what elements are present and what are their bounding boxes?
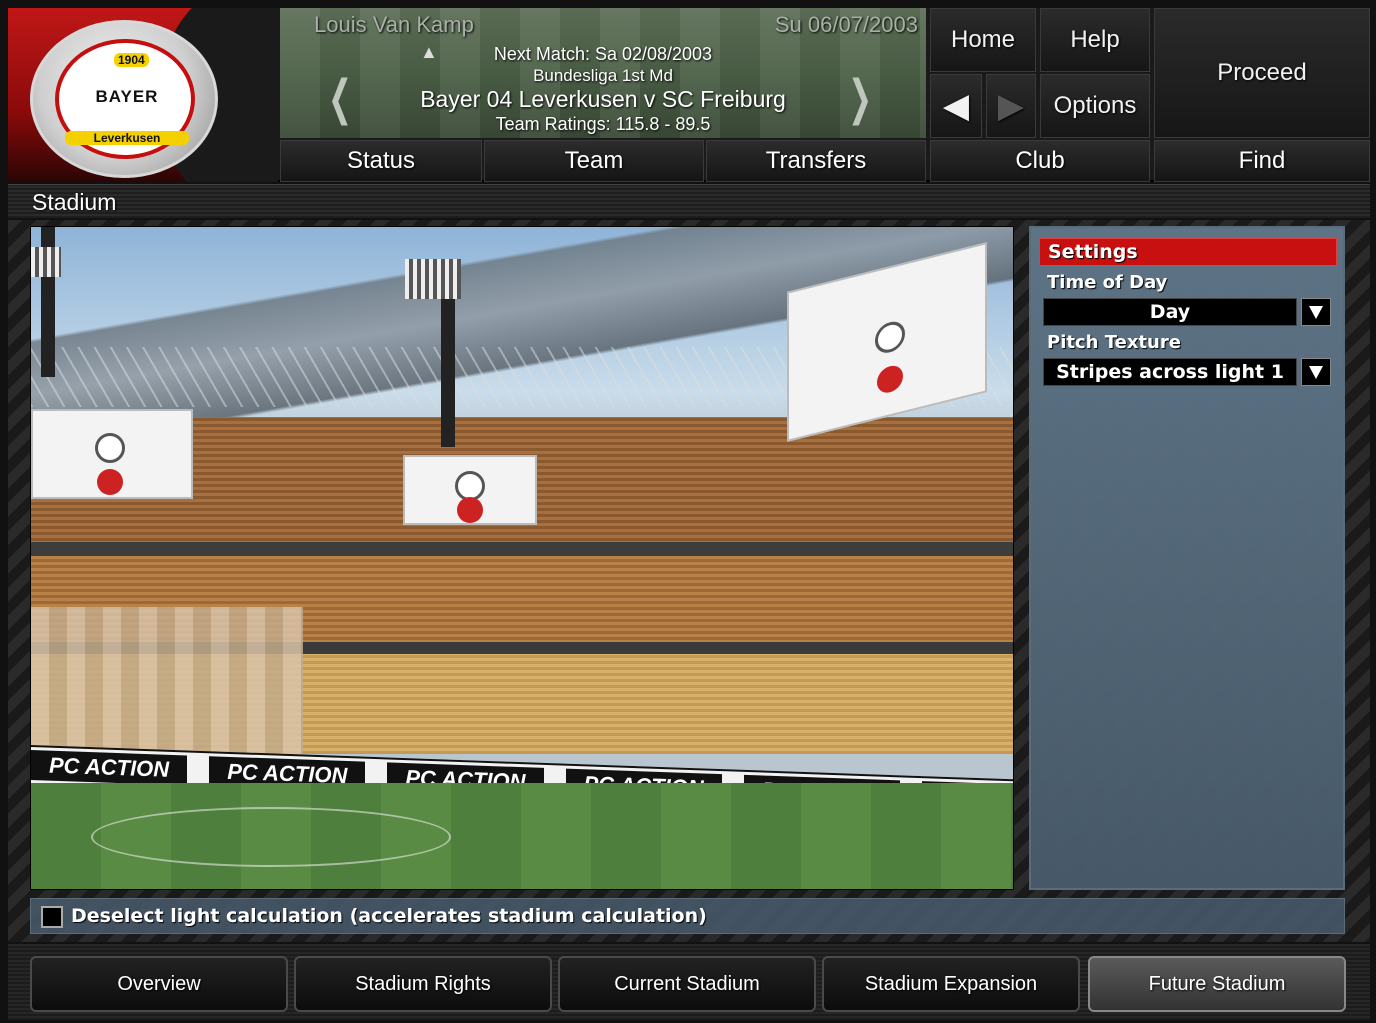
floodlight-lamps [31,247,61,277]
tab-overview[interactable]: Overview [30,956,288,1012]
light-calculation-label[interactable]: Deselect light calculation (accelerates … [71,905,707,927]
bottom-tab-bar: Overview Stadium Rights Current Stadium … [8,944,1370,1020]
page-title: Stadium [32,189,117,215]
tab-transfers[interactable]: Transfers [706,140,926,182]
previous-match-arrow-icon[interactable]: ❮ [328,70,352,126]
ad-board: PC ACTION [31,750,188,786]
pitch-texture-label: Pitch Texture [1047,332,1181,353]
crest-city: Leverkusen [65,131,189,145]
competition-name: Bundesliga 1st Md [533,66,673,85]
tab-future-stadium[interactable]: Future Stadium [1088,956,1346,1012]
proceed-button[interactable]: Proceed [1154,8,1370,138]
pitch-texture-value[interactable]: Stripes across light 1 [1043,358,1297,386]
pitch [31,783,1013,889]
tab-stadium-rights[interactable]: Stadium Rights [294,956,552,1012]
settings-header: Settings [1039,238,1337,266]
app-window: 1904 BAYER Leverkusen Louis Van Kamp Su … [0,0,1376,1023]
crest-year: 1904 [114,53,149,67]
back-arrow-icon[interactable]: ◀ [930,74,982,138]
dropdown-arrow-icon[interactable] [1301,358,1331,386]
ea-logo-icon [877,363,903,396]
help-button[interactable]: Help [1040,8,1150,72]
clock-icon [875,318,905,356]
time-of-day-value[interactable]: Day [1043,298,1297,326]
fixture: Bayer 04 Leverkusen v SC Freiburg [420,86,786,112]
tab-current-stadium[interactable]: Current Stadium [558,956,816,1012]
forward-arrow-icon[interactable]: ▶ [986,74,1036,138]
floodlight-lamps [405,259,461,299]
time-of-day-select[interactable]: Day [1043,298,1335,326]
pitch-texture-select[interactable]: Stripes across light 1 [1043,358,1335,386]
manager-name: Louis Van Kamp [314,12,474,37]
next-match-date: Next Match: Sa 02/08/2003 [493,44,713,64]
stand-divider [31,542,1013,556]
crest-name: BAYER [95,87,159,106]
scoreboard-center [403,455,537,525]
match-info-panel: Louis Van Kamp Su 06/07/2003 ▲ Next Matc… [280,8,926,138]
tab-stadium-expansion[interactable]: Stadium Expansion [822,956,1080,1012]
header: 1904 BAYER Leverkusen Louis Van Kamp Su … [8,8,1370,182]
dropdown-arrow-icon[interactable] [1301,298,1331,326]
tab-status[interactable]: Status [280,140,482,182]
time-of-day-label: Time of Day [1047,272,1168,293]
game-date: Su 06/07/2003 [774,12,918,37]
options-button[interactable]: Options [1040,74,1150,138]
next-match-arrow-icon[interactable]: ❯ [848,70,872,126]
ea-logo-icon [97,469,123,495]
clock-icon [95,433,125,463]
floodlight-mast [441,287,455,447]
team-ratings: Team Ratings: 115.8 - 89.5 [495,114,711,134]
section-title-bar: Stadium [8,184,1370,218]
stand-curtain [31,607,303,757]
club-crest-icon[interactable]: 1904 BAYER Leverkusen [30,20,218,178]
tab-team[interactable]: Team [484,140,704,182]
home-button[interactable]: Home [930,8,1036,72]
light-calculation-row: Deselect light calculation (accelerates … [30,898,1345,934]
tab-find[interactable]: Find [1154,140,1370,182]
tab-club[interactable]: Club [930,140,1150,182]
scoreboard-left [31,409,193,499]
centre-circle [91,807,451,867]
settings-panel: Settings Time of Day Day Pitch Texture S… [1029,226,1345,890]
stadium-stage: PC ACTION PC ACTION PC ACTION PC ACTION … [8,220,1370,1002]
light-calculation-checkbox[interactable] [41,906,63,928]
club-logo-area: 1904 BAYER Leverkusen [8,8,278,182]
stadium-3d-view[interactable]: PC ACTION PC ACTION PC ACTION PC ACTION … [30,226,1014,890]
ea-logo-icon [457,497,483,523]
crest-inner: 1904 BAYER Leverkusen [55,39,195,159]
